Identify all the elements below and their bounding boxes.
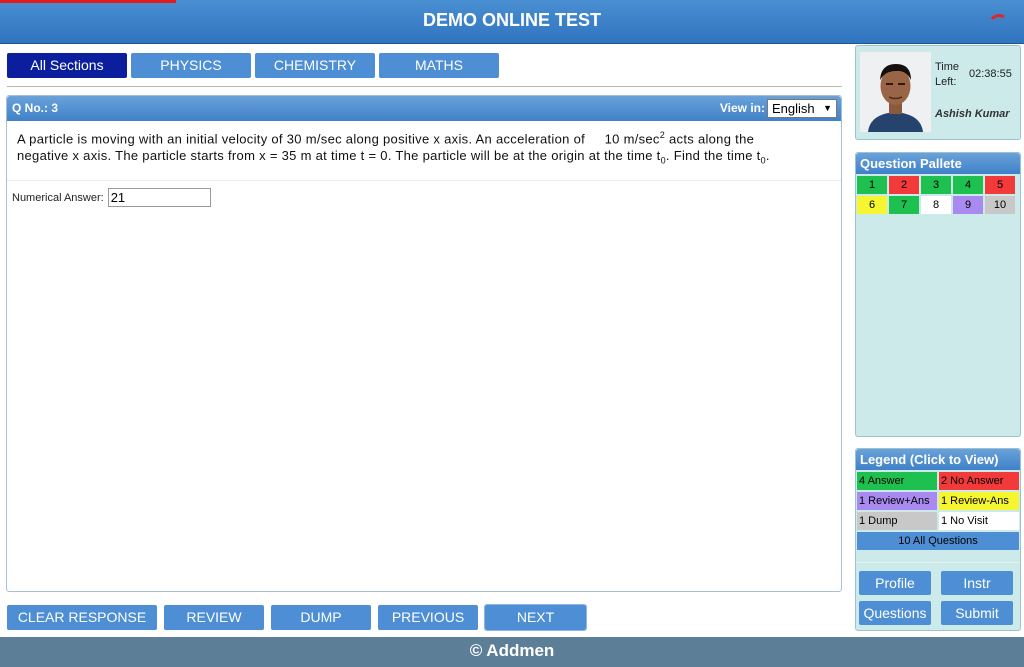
clear-response-button[interactable]: CLEAR RESPONSE: [7, 605, 157, 630]
language-value: English: [772, 101, 815, 116]
question-text-part3a: at the time t: [588, 148, 661, 164]
question-text-part1: A particle is moving with an initial vel…: [17, 131, 586, 147]
candidate-name: Ashish Kumar: [935, 108, 1010, 120]
tab-all-sections[interactable]: All Sections: [7, 53, 127, 78]
pallete-question-5[interactable]: 5: [985, 176, 1015, 194]
pallete-question-4[interactable]: 4: [953, 176, 983, 194]
questions-button[interactable]: Questions: [859, 601, 931, 625]
legend-review-no-ans[interactable]: 1 Review-Ans: [939, 492, 1019, 510]
time-left-value: 02:38:55: [969, 68, 1012, 80]
question-header: Q No.: 3 View in: English ▼: [7, 96, 841, 121]
numerical-answer-input[interactable]: 21: [107, 188, 211, 207]
dropdown-caret-icon: ▼: [823, 103, 832, 113]
tab-chemistry[interactable]: CHEMISTRY: [255, 53, 375, 78]
legend-review-ans[interactable]: 1 Review+Ans: [857, 492, 937, 510]
profile-panel: Time Left: 02:38:55 Ashish Kumar: [855, 45, 1021, 140]
instructions-button[interactable]: Instr: [941, 571, 1013, 595]
pallete-question-7[interactable]: 7: [889, 196, 919, 214]
top-bar: DEMO ONLINE TEST: [0, 0, 1024, 44]
next-button[interactable]: NEXT: [484, 604, 587, 631]
legend-no-visit[interactable]: 1 No Visit: [939, 512, 1019, 530]
question-pallete-grid: 1 2 3 4 5 6 7 8 9 10: [857, 176, 1019, 214]
page-title: DEMO ONLINE TEST: [422, 10, 601, 30]
question-text-part3c: .: [765, 148, 770, 164]
pallete-question-8[interactable]: 8: [921, 196, 951, 214]
pallete-question-9[interactable]: 9: [953, 196, 983, 214]
question-text: A particle is moving with an initial vel…: [7, 121, 787, 170]
question-accel-exp: 2: [659, 130, 666, 140]
question-pallete-panel: Question Pallete 1 2 3 4 5 6 7 8 9 10: [855, 152, 1021, 437]
footer: © Addmen: [0, 637, 1024, 667]
legend-dump[interactable]: 1 Dump: [857, 512, 937, 530]
legend-panel: Legend (Click to View) 4 Answer 2 No Ans…: [855, 448, 1021, 631]
question-separator: [7, 180, 841, 181]
section-tabs: All Sections PHYSICS CHEMISTRY MATHS: [7, 53, 499, 78]
divider: [7, 86, 842, 87]
tab-physics[interactable]: PHYSICS: [131, 53, 251, 78]
review-button[interactable]: REVIEW: [164, 605, 264, 630]
avatar-photo-icon: [860, 52, 931, 132]
time-left-label: Time Left:: [935, 61, 960, 88]
legend-all-questions[interactable]: 10 All Questions: [857, 532, 1019, 550]
legend-title[interactable]: Legend (Click to View): [856, 449, 1020, 470]
previous-button[interactable]: PREVIOUS: [378, 605, 478, 630]
tab-maths[interactable]: MATHS: [379, 53, 499, 78]
submit-button[interactable]: Submit: [941, 601, 1013, 625]
question-number: Q No.: 3: [12, 101, 59, 115]
pallete-question-2[interactable]: 2: [889, 176, 919, 194]
question-text-part3b: . Find the time t: [665, 148, 761, 164]
legend-grid: 4 Answer 2 No Answer 1 Review+Ans 1 Revi…: [857, 472, 1019, 550]
numerical-answer-row: Numerical Answer: 21: [12, 188, 211, 207]
legend-no-answer[interactable]: 2 No Answer: [939, 472, 1019, 490]
legend-separator: [856, 562, 1020, 563]
question-pallete-title: Question Pallete: [856, 153, 1020, 174]
avatar: [860, 52, 931, 132]
legend-answer[interactable]: 4 Answer: [857, 472, 937, 490]
view-in-label: View in:: [719, 101, 765, 115]
pallete-question-3[interactable]: 3: [921, 176, 951, 194]
question-panel: Q No.: 3 View in: English ▼ A particle i…: [6, 95, 842, 592]
language-select[interactable]: English ▼: [767, 99, 837, 118]
question-accel-value: 10 m/sec: [604, 131, 660, 147]
pallete-question-1[interactable]: 1: [857, 176, 887, 194]
pallete-question-10[interactable]: 10: [985, 196, 1015, 214]
numerical-answer-label: Numerical Answer:: [12, 191, 104, 204]
dump-button[interactable]: DUMP: [271, 605, 371, 630]
pallete-question-6[interactable]: 6: [857, 196, 887, 214]
action-bar: CLEAR RESPONSE REVIEW DUMP PREVIOUS NEXT: [7, 604, 587, 631]
profile-button[interactable]: Profile: [859, 571, 931, 595]
